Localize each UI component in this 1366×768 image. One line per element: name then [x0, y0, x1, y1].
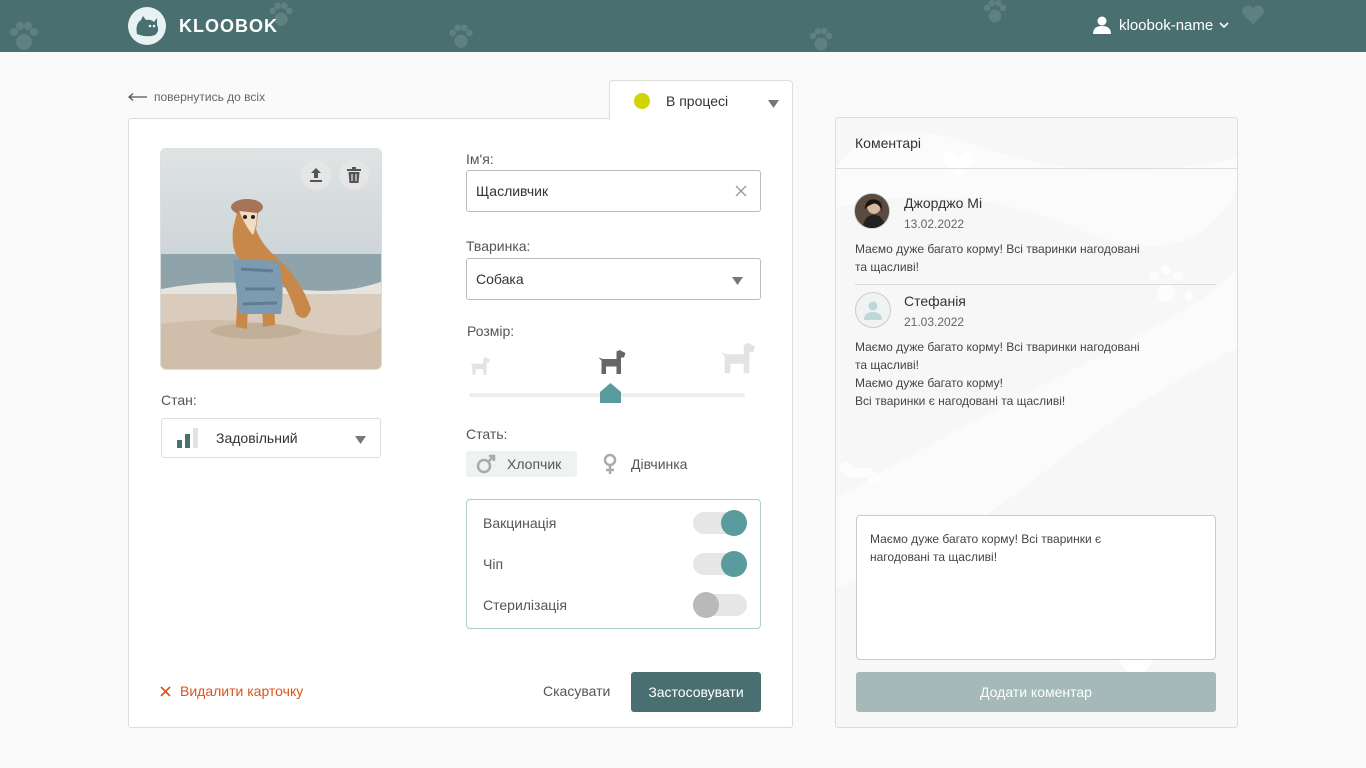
status-indicator-icon — [634, 92, 650, 109]
cat-logo-icon — [128, 7, 166, 45]
chip-label: Чіп — [483, 556, 504, 572]
gender-male-label: Хлопчик — [507, 456, 562, 472]
animal-value: Собака — [476, 271, 524, 287]
signal-bars-icon — [177, 428, 198, 448]
condition-label: Стан: — [161, 392, 197, 408]
top-bar: KLOOBOK kloobok-name — [0, 0, 1366, 52]
comment-line: Всі тваринки є нагодовані та щасливі! — [855, 394, 1066, 408]
vaccination-toggle[interactable] — [693, 510, 747, 536]
arrow-left-icon — [128, 93, 147, 101]
dropdown-arrow-icon — [355, 436, 366, 444]
comment-line: Маємо дуже багато корму! Всі тваринки на… — [855, 340, 1140, 354]
gender-female-label: Дівчинка — [631, 456, 688, 472]
condition-select[interactable]: Задовільний — [161, 418, 381, 458]
medium-dog-icon[interactable] — [597, 348, 627, 376]
comment-line: Маємо дуже багато корму! Всі тваринки на… — [855, 242, 1140, 256]
user-icon — [1093, 16, 1111, 34]
clear-icon[interactable] — [735, 185, 747, 197]
chip-toggle[interactable] — [693, 551, 747, 577]
paw-decoration-icon — [449, 24, 473, 48]
comment-draft-line: нагодовані та щасливі! — [870, 550, 998, 564]
comment-line: та щасливі! — [855, 260, 919, 274]
female-symbol-icon — [603, 453, 617, 474]
comment-divider — [855, 284, 1216, 285]
comment-date: 13.02.2022 — [904, 217, 965, 231]
delete-card-label: Видалити карточку — [180, 683, 304, 699]
dropdown-arrow-icon — [768, 100, 779, 108]
brand-logo[interactable]: KLOOBOK — [128, 7, 278, 45]
close-icon — [160, 685, 171, 697]
delete-photo-button[interactable] — [339, 160, 369, 190]
back-link-label: повернутись до всіх — [154, 90, 266, 104]
gender-label: Стать: — [466, 426, 508, 442]
sterilization-label: Стерилізація — [483, 597, 567, 613]
size-slider-thumb[interactable] — [600, 383, 621, 403]
status-select[interactable]: В процесі — [609, 80, 793, 120]
upload-icon — [310, 168, 322, 182]
add-comment-button[interactable]: Додати коментар — [856, 672, 1216, 712]
dropdown-arrow-icon — [732, 277, 743, 285]
pet-photo — [160, 148, 382, 370]
gender-female-option[interactable]: Дівчинка — [603, 451, 687, 477]
paw-decoration-icon — [10, 22, 38, 50]
paw-decoration-icon — [809, 28, 833, 51]
paw-decoration-icon — [983, 0, 1007, 23]
comment-line: та щасливі! — [855, 358, 919, 372]
comment-date: 21.03.2022 — [904, 315, 965, 329]
comment-text: Маємо дуже багато корму! Всі тваринки на… — [855, 240, 1175, 276]
health-toggles: Вакцинація Чіп Стерилізація — [466, 499, 761, 629]
brand-name: KLOOBOK — [179, 15, 278, 36]
comment-text: Маємо дуже багато корму! Всі тваринки на… — [855, 338, 1175, 410]
user-photo-icon — [855, 194, 889, 228]
large-dog-icon[interactable] — [719, 340, 757, 376]
chevron-down-icon — [1219, 21, 1229, 28]
paw-decoration-icon — [1242, 5, 1264, 25]
comment-line: Маємо дуже багато корму! — [855, 376, 1003, 390]
size-label: Розмір: — [467, 323, 515, 339]
comment-author: Джорджо Мі — [904, 195, 983, 211]
name-value: Щасливчик — [476, 183, 549, 199]
trash-icon — [347, 167, 361, 183]
comment-draft-line: Маємо дуже багато корму! Всі тваринки є — [870, 532, 1102, 546]
username: kloobok-name — [1119, 16, 1214, 34]
gender-male-option[interactable]: Хлопчик — [466, 451, 577, 477]
male-symbol-icon — [476, 454, 496, 474]
animal-label: Тваринка: — [466, 238, 531, 254]
comment-textarea[interactable]: Маємо дуже багато корму! Всі тваринки є … — [856, 515, 1216, 660]
apply-button[interactable]: Застосовувати — [631, 672, 761, 712]
comments-title: Коментарі — [836, 118, 1237, 169]
back-link[interactable]: повернутись до всіх — [128, 90, 265, 104]
animal-select[interactable]: Собака — [466, 258, 761, 300]
upload-photo-button[interactable] — [301, 160, 331, 190]
name-input[interactable]: Щасливчик — [466, 170, 761, 212]
status-label: В процесі — [666, 92, 729, 109]
user-menu[interactable]: kloobok-name — [1093, 16, 1229, 34]
delete-card-button[interactable]: Видалити карточку — [160, 683, 303, 699]
comment-author: Стефанія — [904, 293, 966, 309]
user-placeholder-icon — [864, 301, 882, 320]
avatar — [855, 292, 891, 328]
small-dog-icon[interactable] — [469, 356, 491, 376]
vaccination-label: Вакцинація — [483, 515, 557, 531]
sterilization-toggle[interactable] — [693, 592, 747, 618]
condition-value: Задовільний — [216, 430, 298, 446]
avatar — [854, 193, 890, 229]
cancel-button[interactable]: Скасувати — [543, 683, 610, 699]
name-label: Ім'я: — [466, 151, 494, 167]
